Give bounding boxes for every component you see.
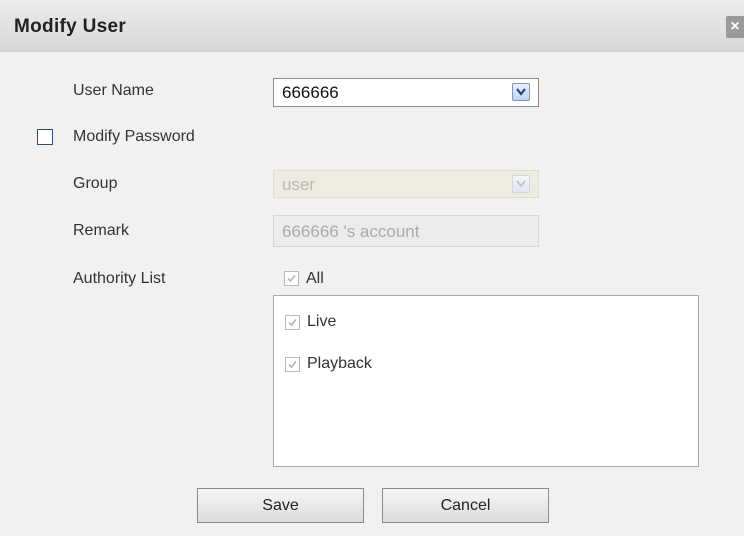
authority-all-label: All: [306, 270, 324, 287]
remark-label: Remark: [73, 222, 130, 239]
save-button[interactable]: Save: [197, 488, 364, 523]
group-select: user: [273, 170, 539, 198]
authority-live-label: Live: [307, 313, 337, 330]
authority-list-box: Live Playback: [273, 295, 699, 467]
authority-live-checkbox: [285, 315, 300, 330]
authority-playback-checkbox: [285, 357, 300, 372]
dialog-title-bar: Modify User ×: [0, 0, 744, 52]
modify-password-checkbox[interactable]: [37, 129, 53, 145]
authority-list-label: Authority List: [73, 270, 166, 287]
user-name-select[interactable]: 666666: [273, 78, 539, 107]
group-label: Group: [73, 175, 118, 192]
modify-user-dialog: Modify User × User Name 666666 Modify Pa…: [0, 0, 744, 536]
remark-value: 666666 's account: [282, 222, 420, 241]
user-name-label: User Name: [73, 82, 154, 99]
authority-playback-label: Playback: [307, 355, 372, 372]
authority-all-checkbox: [284, 271, 299, 286]
group-value: user: [282, 175, 316, 194]
close-icon[interactable]: ×: [726, 16, 744, 38]
chevron-down-icon[interactable]: [512, 83, 530, 101]
chevron-down-icon: [512, 175, 530, 193]
dialog-title: Modify User: [14, 16, 127, 37]
cancel-button[interactable]: Cancel: [382, 488, 549, 523]
remark-field: 666666 's account: [273, 215, 539, 247]
modify-password-label: Modify Password: [73, 128, 195, 145]
user-name-value: 666666: [282, 83, 339, 102]
